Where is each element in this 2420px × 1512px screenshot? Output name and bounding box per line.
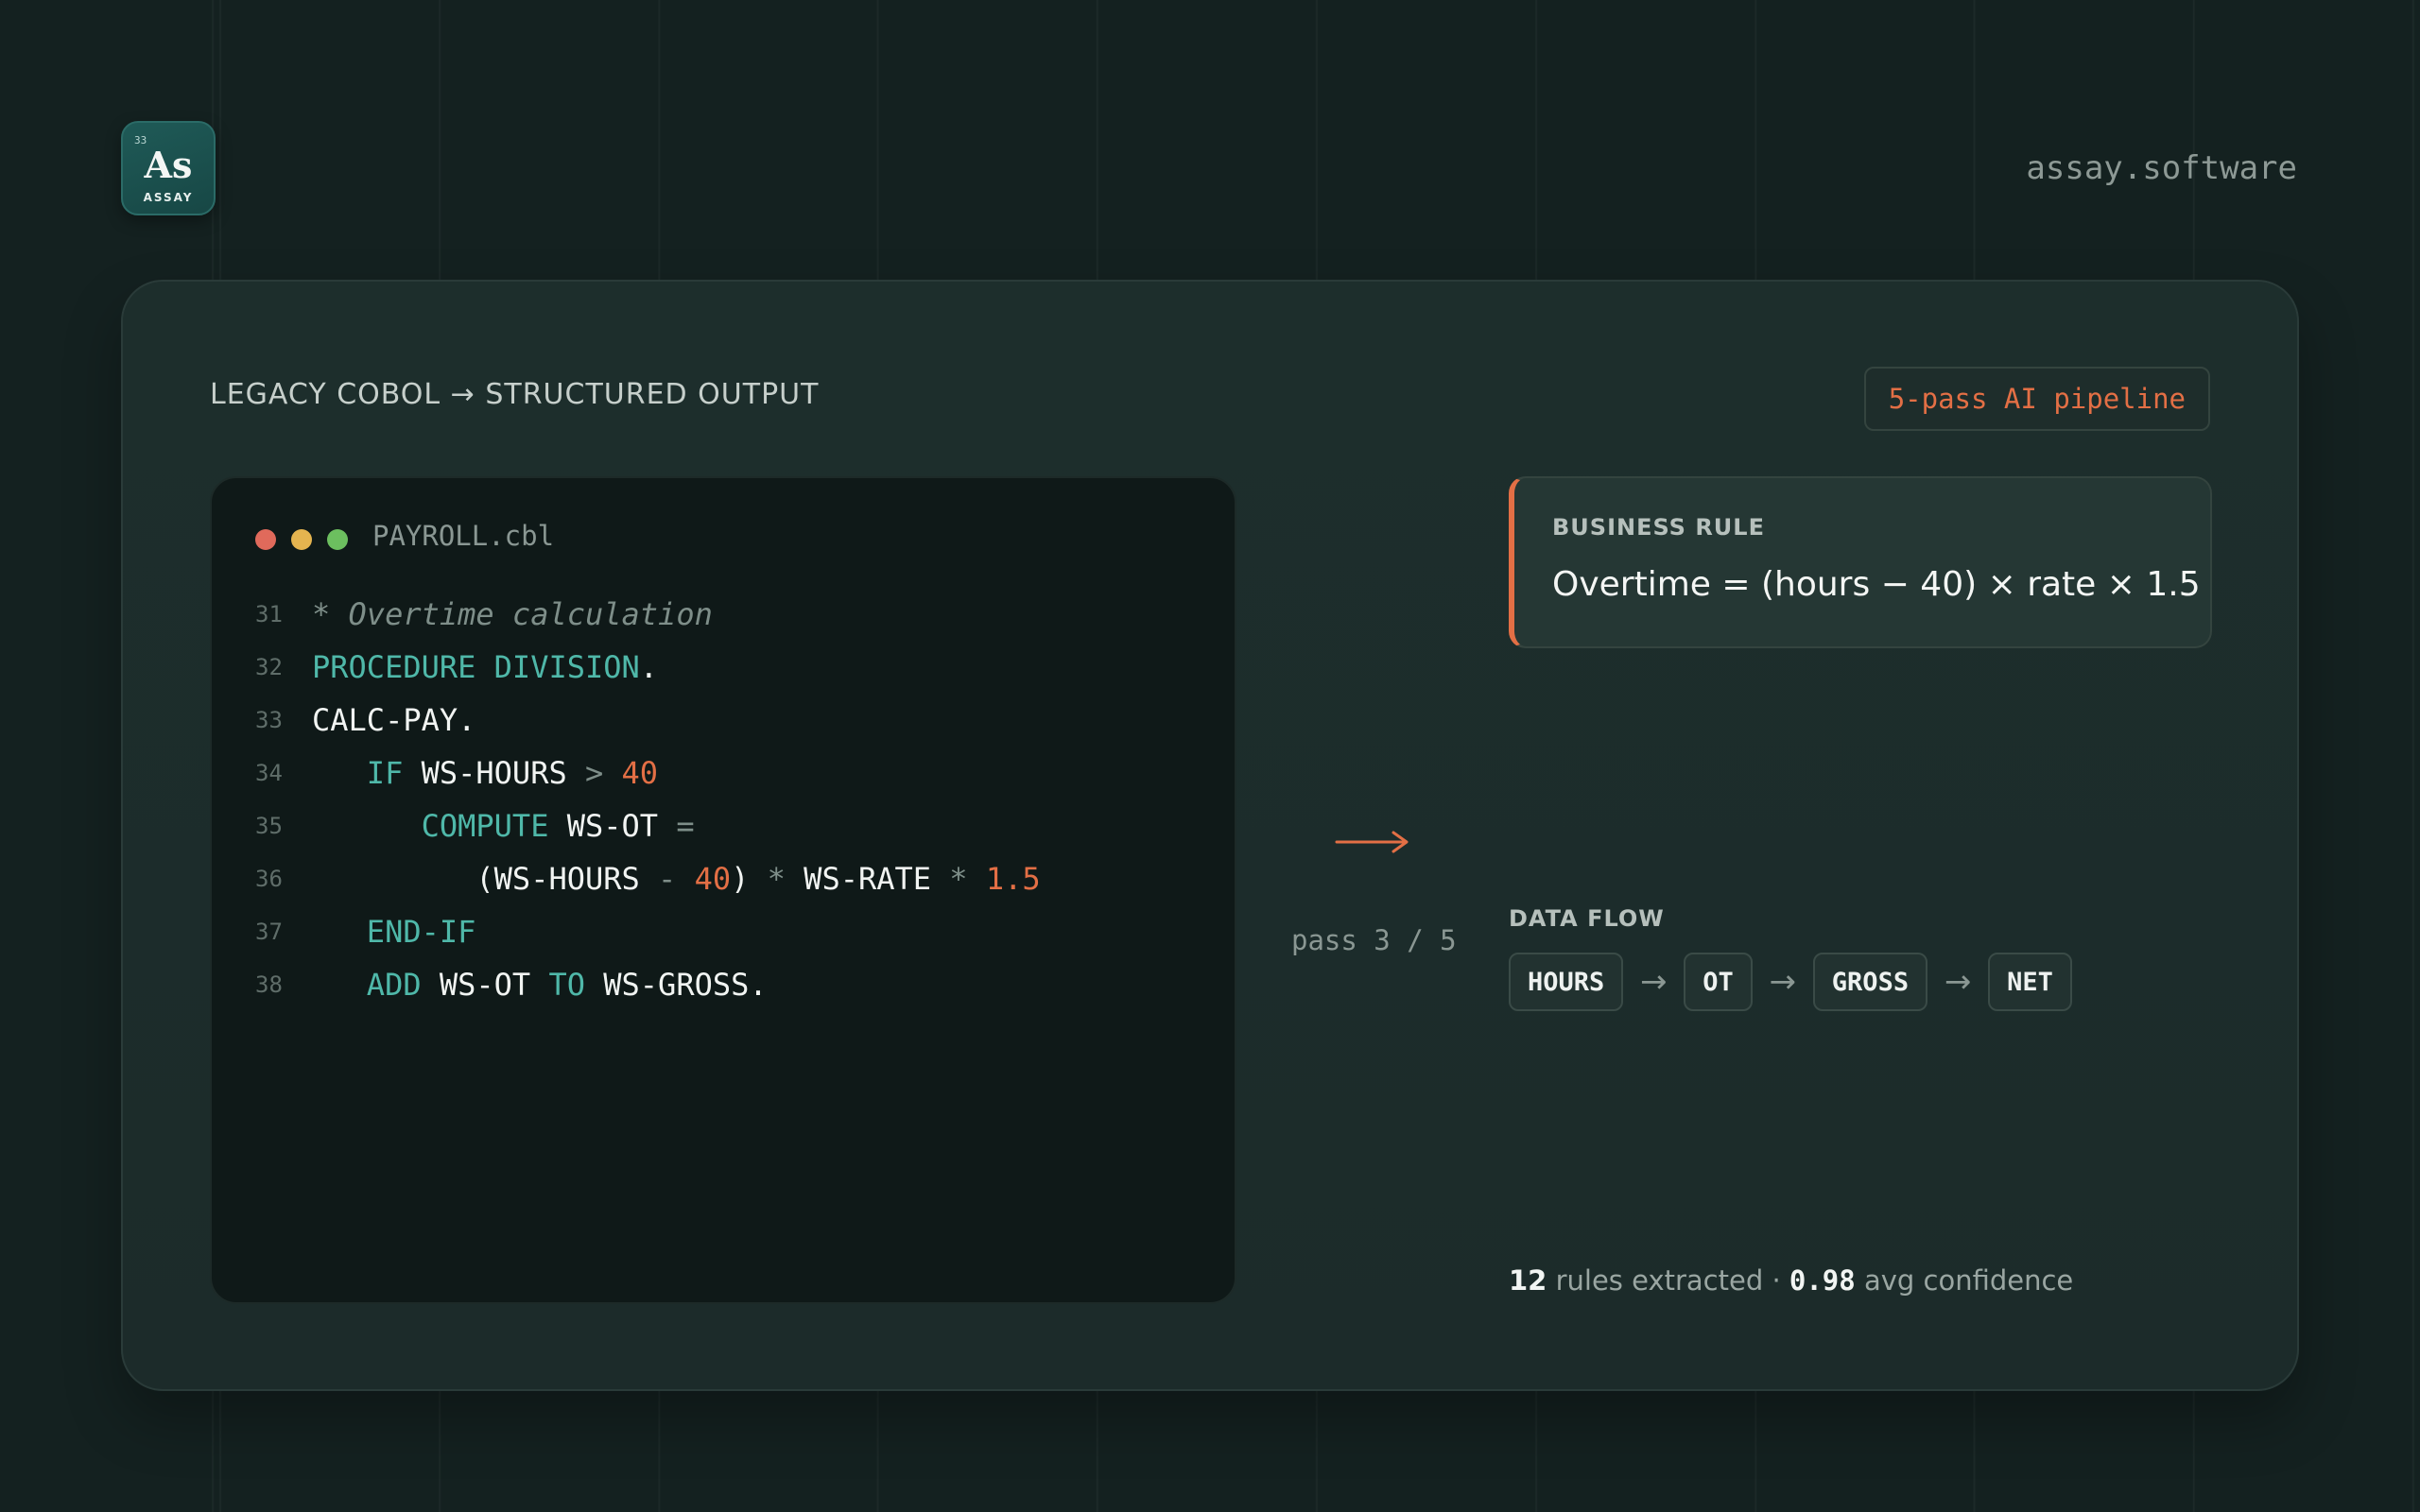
- code-token: COMPUTE: [421, 808, 549, 844]
- code-token: (WS-HOURS: [312, 861, 659, 897]
- brand-logo: 33 As ASSAY: [121, 121, 216, 215]
- code-line: 38 ADD WS-OT TO WS-GROSS.: [255, 958, 1041, 1011]
- code-token: TO: [548, 967, 585, 1003]
- flow-node: HOURS: [1509, 953, 1624, 1011]
- code-filename: PAYROLL.cbl: [372, 520, 555, 552]
- code-editor-panel: PAYROLL.cbl 31 * Overtime calculation 32 PR…: [210, 476, 1236, 1304]
- code-token: * Overtime calculation: [312, 596, 713, 632]
- line-number: 35: [255, 813, 283, 839]
- logo-mark: As: [144, 144, 193, 186]
- confidence-value: 0.98: [1789, 1264, 1856, 1297]
- site-domain[interactable]: assay.software: [2026, 149, 2297, 187]
- code-token: 40: [621, 755, 659, 791]
- code-line: 34 IF WS-HOURS > 40: [255, 747, 1041, 799]
- code-token: WS-OT: [421, 967, 549, 1003]
- pass-indicator: pass 3 / 5: [1291, 924, 1457, 956]
- code-line: 37 END-IF: [255, 905, 1041, 958]
- code-token: CALC-PAY.: [312, 702, 476, 738]
- code-token: END-IF: [366, 914, 476, 950]
- line-number: 38: [255, 971, 283, 998]
- business-rule-label: BUSINESS RULE: [1552, 514, 1765, 541]
- line-number: 36: [255, 866, 283, 892]
- business-rule-text: Overtime = (hours − 40) × rate × 1.5: [1552, 565, 2201, 604]
- code-token: *: [767, 861, 786, 897]
- code-token: ): [731, 861, 768, 897]
- code-lines: 31 * Overtime calculation 32 PROCEDURE DIVI…: [255, 588, 1041, 1011]
- code-token: WS-RATE: [785, 861, 950, 897]
- flow-node: OT: [1684, 953, 1753, 1011]
- code-line: 31 * Overtime calculation: [255, 588, 1041, 641]
- code-line: 32 PROCEDURE DIVISION.: [255, 641, 1041, 694]
- feature-card: LEGACY COBOL → STRUCTURED OUTPUT 5-pass …: [121, 280, 2299, 1391]
- flow-arrow-icon: →: [1769, 963, 1797, 1001]
- code-token: PROCEDURE DIVISION: [312, 649, 640, 685]
- line-number: 33: [255, 707, 283, 733]
- code-token: >: [584, 755, 604, 791]
- line-number: 34: [255, 760, 283, 786]
- code-line: 35 COMPUTE WS-OT =: [255, 799, 1041, 852]
- minimize-dot-icon: [291, 529, 312, 550]
- code-token: .: [639, 649, 659, 685]
- code-token: =: [676, 808, 695, 844]
- transform-arrow-icon: [1335, 831, 1409, 853]
- close-dot-icon: [255, 529, 276, 550]
- line-number: 32: [255, 654, 283, 680]
- stats-line: 12 rules extracted · 0.98 avg confidence: [1509, 1264, 2073, 1297]
- code-token: ADD: [366, 967, 422, 1003]
- code-token: 1.5: [985, 861, 1041, 897]
- code-token: IF: [366, 755, 404, 791]
- flow-arrow-icon: →: [1944, 963, 1972, 1001]
- window-controls: [255, 529, 348, 550]
- logo-name: ASSAY: [143, 191, 194, 204]
- code-token: -: [658, 861, 677, 897]
- flow-node: GROSS: [1812, 953, 1928, 1011]
- code-line: 36 (WS-HOURS - 40) * WS-RATE * 1.5: [255, 852, 1041, 905]
- code-token: *: [949, 861, 968, 897]
- card-title: LEGACY COBOL → STRUCTURED OUTPUT: [210, 378, 820, 411]
- maximize-dot-icon: [327, 529, 348, 550]
- business-rule-card: BUSINESS RULE Overtime = (hours − 40) × …: [1509, 476, 2212, 648]
- code-token: WS-GROSS.: [584, 967, 768, 1003]
- code-token: 40: [694, 861, 732, 897]
- data-flow-label: DATA FLOW: [1509, 905, 1665, 932]
- pipeline-badge: 5-pass AI pipeline: [1863, 367, 2210, 431]
- rules-text: rules extracted ·: [1555, 1264, 1781, 1297]
- line-number: 31: [255, 601, 283, 627]
- code-token: WS-OT: [548, 808, 677, 844]
- flow-node: NET: [1988, 953, 2072, 1011]
- confidence-text: avg confidence: [1863, 1264, 2074, 1297]
- flow-arrow-icon: →: [1640, 963, 1668, 1001]
- rules-count: 12: [1509, 1264, 1547, 1297]
- code-line: 33 CALC-PAY.: [255, 694, 1041, 747]
- line-number: 37: [255, 919, 283, 945]
- code-token: WS-HOURS: [403, 755, 585, 791]
- data-flow: HOURS → OT → GROSS → NET: [1509, 953, 2072, 1011]
